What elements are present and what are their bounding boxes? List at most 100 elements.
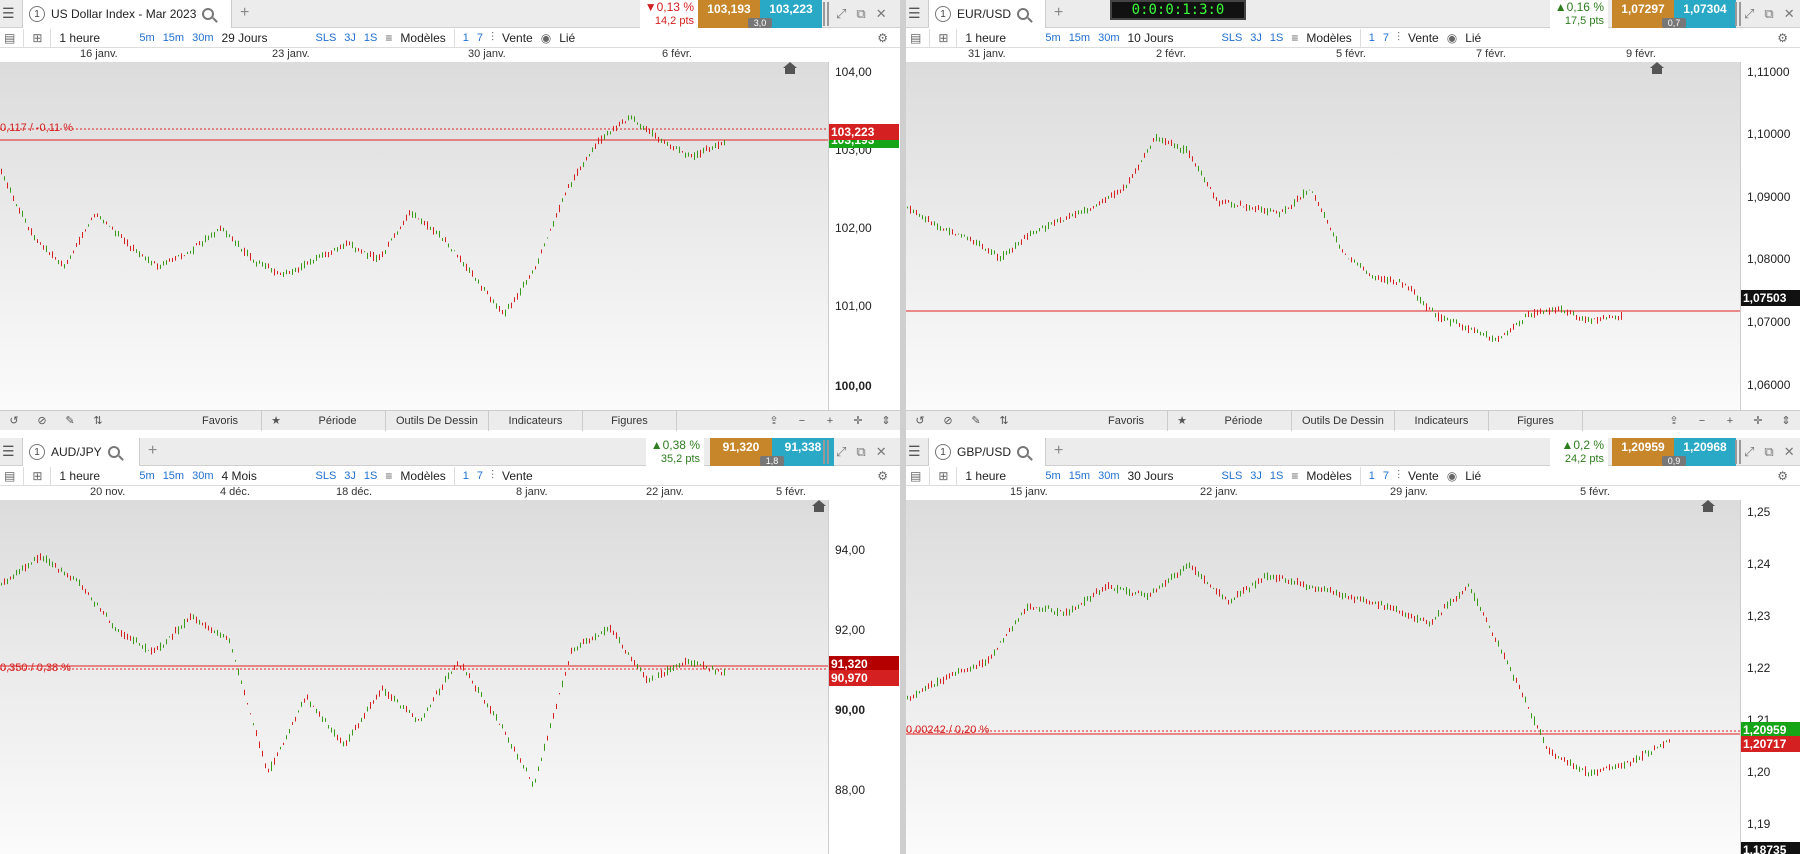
menu-icon[interactable]: ☰ bbox=[908, 6, 922, 20]
share-icon[interactable]: ⇪ bbox=[760, 414, 788, 427]
list-icon[interactable]: ▤ bbox=[4, 469, 15, 483]
layout-icon[interactable]: ⊞ bbox=[32, 469, 42, 483]
home-icon[interactable] bbox=[1701, 500, 1715, 512]
layout-icon[interactable]: ⊞ bbox=[32, 31, 42, 45]
interval-btn_15m[interactable]: 15m bbox=[163, 470, 184, 482]
quantity-7-button[interactable]: 7 bbox=[477, 470, 483, 482]
fit-icon[interactable]: ⇕ bbox=[1772, 414, 1800, 427]
period-select[interactable]: 1 heure bbox=[59, 31, 131, 45]
range-btn_sls[interactable]: SLS bbox=[316, 470, 337, 482]
linked-button[interactable]: Lié bbox=[1465, 31, 1481, 45]
drawing-tools-button[interactable]: Outils De Dessin bbox=[1292, 410, 1395, 431]
interval-btn_30m[interactable]: 30m bbox=[192, 470, 213, 482]
range-select[interactable]: 10 Jours bbox=[1128, 31, 1214, 45]
templates-icon[interactable]: ≡ bbox=[1291, 469, 1298, 483]
crosshair-icon[interactable]: ✛ bbox=[1744, 414, 1772, 427]
search-icon[interactable] bbox=[107, 446, 120, 458]
templates-icon[interactable]: ≡ bbox=[385, 469, 392, 483]
eye-icon[interactable]: ◉ bbox=[541, 31, 551, 45]
candles-icon[interactable]: ⫶ bbox=[1397, 30, 1400, 45]
interval-btn_5m[interactable]: 5m bbox=[139, 32, 154, 44]
undo-icon[interactable]: ↺ bbox=[0, 414, 28, 427]
interval-btn_30m[interactable]: 30m bbox=[1098, 32, 1119, 44]
chart-tab[interactable]: 1 AUD/JPY bbox=[22, 438, 140, 466]
range-btn_sls[interactable]: SLS bbox=[1222, 32, 1243, 44]
candles-icon[interactable]: ⫶ bbox=[491, 30, 494, 45]
share-icon[interactable]: ⇪ bbox=[1660, 414, 1688, 427]
menu-icon[interactable]: ☰ bbox=[908, 444, 922, 458]
templates-button[interactable]: Modèles bbox=[400, 31, 445, 45]
home-icon[interactable] bbox=[783, 62, 797, 74]
interval-btn_5m[interactable]: 5m bbox=[1045, 32, 1060, 44]
templates-icon[interactable]: ≡ bbox=[1291, 31, 1298, 45]
range-btn_sls[interactable]: SLS bbox=[316, 32, 337, 44]
add-tab-icon[interactable]: + bbox=[1054, 443, 1063, 459]
interval-btn_30m[interactable]: 30m bbox=[192, 32, 213, 44]
chart-plot-area[interactable] bbox=[906, 62, 1740, 410]
star-icon[interactable]: ★ bbox=[1168, 414, 1196, 427]
sell-mode-button[interactable]: Vente bbox=[502, 469, 533, 483]
period-select[interactable]: 1 heure bbox=[59, 469, 131, 483]
close-icon[interactable]: ✕ bbox=[1784, 6, 1795, 22]
price-axis[interactable]: 1,25 1,24 1,23 1,22 1,21 1,20 1,19 1,20959 1,207… bbox=[1740, 500, 1800, 854]
fit-icon[interactable]: ⇕ bbox=[872, 414, 900, 427]
close-icon[interactable]: ✕ bbox=[1784, 444, 1795, 460]
menu-icon[interactable]: ☰ bbox=[2, 444, 16, 458]
magnet-icon[interactable]: ⇅ bbox=[990, 414, 1018, 427]
interval-btn_5m[interactable]: 5m bbox=[1045, 470, 1060, 482]
pencil-icon[interactable]: ✎ bbox=[56, 414, 84, 427]
candles-icon[interactable]: ⫶ bbox=[1397, 468, 1400, 483]
range-btn_3j[interactable]: 3J bbox=[344, 470, 356, 482]
settings-gear-icon[interactable]: ⚙ bbox=[1777, 31, 1788, 45]
settings-gear-icon[interactable]: ⚙ bbox=[1777, 469, 1788, 483]
layout-icon[interactable]: ⊞ bbox=[938, 469, 948, 483]
figures-button[interactable]: Figures bbox=[583, 410, 677, 431]
settings-gear-icon[interactable]: ⚙ bbox=[877, 469, 888, 483]
range-select[interactable]: 4 Mois bbox=[222, 469, 308, 483]
sell-mode-button[interactable]: Vente bbox=[1408, 31, 1439, 45]
list-icon[interactable]: ▤ bbox=[910, 31, 921, 45]
popout-icon[interactable]: ⧉ bbox=[856, 6, 865, 22]
search-icon[interactable] bbox=[202, 8, 215, 20]
range-select[interactable]: 30 Jours bbox=[1128, 469, 1214, 483]
range-btn_3j[interactable]: 3J bbox=[344, 32, 356, 44]
templates-button[interactable]: Modèles bbox=[400, 469, 445, 483]
popout-icon[interactable]: ⧉ bbox=[1764, 444, 1773, 460]
templates-icon[interactable]: ≡ bbox=[385, 31, 392, 45]
range-btn_sls[interactable]: SLS bbox=[1222, 470, 1243, 482]
quantity-1-button[interactable]: 1 bbox=[1369, 32, 1375, 44]
range-btn_3j[interactable]: 3J bbox=[1250, 470, 1262, 482]
list-icon[interactable]: ▤ bbox=[4, 31, 15, 45]
settings-gear-icon[interactable]: ⚙ bbox=[877, 31, 888, 45]
expand-icon[interactable]: ⤢ bbox=[836, 6, 846, 22]
candles-icon[interactable]: ⫶ bbox=[491, 468, 494, 483]
zoom-out-icon[interactable]: − bbox=[1688, 415, 1716, 427]
list-icon[interactable]: ▤ bbox=[910, 469, 921, 483]
drag-handle-icon[interactable] bbox=[823, 2, 829, 26]
pencil-icon[interactable]: ✎ bbox=[962, 414, 990, 427]
period-select[interactable]: 1 heure bbox=[965, 31, 1037, 45]
interval-btn_15m[interactable]: 15m bbox=[1069, 470, 1090, 482]
price-axis[interactable]: 94,00 92,00 90,00 88,00 91,320 90,970 bbox=[828, 500, 900, 854]
sell-mode-button[interactable]: Vente bbox=[502, 31, 533, 45]
popout-icon[interactable]: ⧉ bbox=[856, 444, 865, 460]
zoom-in-icon[interactable]: + bbox=[816, 415, 844, 427]
range-btn_1s[interactable]: 1S bbox=[364, 32, 377, 44]
add-tab-icon[interactable]: + bbox=[1054, 5, 1063, 21]
quantity-1-button[interactable]: 1 bbox=[463, 470, 469, 482]
close-icon[interactable]: ✕ bbox=[876, 6, 887, 22]
templates-button[interactable]: Modèles bbox=[1306, 469, 1351, 483]
eye-icon[interactable]: ◉ bbox=[1447, 31, 1457, 45]
chart-tab[interactable]: 1 GBP/USD bbox=[928, 438, 1046, 466]
templates-button[interactable]: Modèles bbox=[1306, 31, 1351, 45]
range-select[interactable]: 29 Jours bbox=[222, 31, 308, 45]
home-icon[interactable] bbox=[812, 500, 826, 512]
expand-icon[interactable]: ⤢ bbox=[836, 444, 846, 460]
quantity-7-button[interactable]: 7 bbox=[1383, 470, 1389, 482]
drag-handle-icon[interactable] bbox=[823, 440, 829, 464]
search-icon[interactable] bbox=[1017, 446, 1030, 458]
menu-icon[interactable]: ☰ bbox=[2, 6, 16, 20]
zoom-in-icon[interactable]: + bbox=[1716, 415, 1744, 427]
clear-icon[interactable]: ⊘ bbox=[28, 414, 56, 427]
add-tab-icon[interactable]: + bbox=[148, 443, 157, 459]
